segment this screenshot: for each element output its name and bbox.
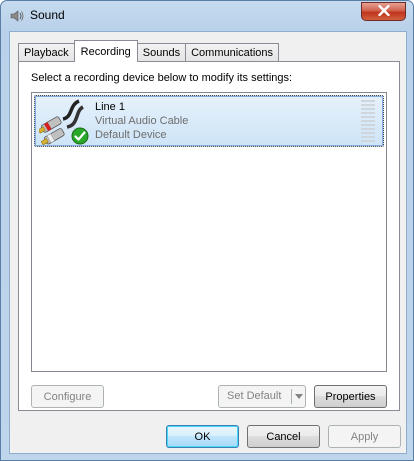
- cancel-label: Cancel: [266, 430, 301, 443]
- device-name: Line 1: [95, 101, 125, 113]
- window-title: Sound: [30, 8, 65, 22]
- split-divider: [291, 389, 292, 404]
- apply-button[interactable]: Apply: [328, 425, 401, 448]
- ok-label: OK: [194, 430, 211, 443]
- apply-label: Apply: [350, 430, 379, 443]
- list-item[interactable]: Line 1 Virtual Audio Cable Default Devic…: [34, 95, 384, 147]
- green-check-icon: [71, 127, 89, 145]
- set-default-label: Set Default: [227, 390, 282, 402]
- close-button[interactable]: [361, 2, 406, 21]
- tab-recording[interactable]: Recording: [73, 40, 138, 62]
- dialog-body: Playback Recording Sounds Communications…: [9, 31, 407, 454]
- tab-playback[interactable]: Playback: [18, 43, 75, 62]
- close-icon: [377, 4, 390, 19]
- speaker-icon: [9, 8, 25, 24]
- configure-label: Configure: [43, 390, 92, 403]
- device-status: Default Device: [95, 129, 167, 141]
- device-list[interactable]: Line 1 Virtual Audio Cable Default Devic…: [31, 92, 387, 372]
- instruction-text: Select a recording device below to modif…: [31, 72, 293, 84]
- properties-button[interactable]: Properties: [314, 385, 387, 408]
- sound-dialog: Sound Playback Recording Sounds Communic…: [0, 0, 414, 461]
- properties-label: Properties: [325, 390, 376, 403]
- recording-panel: Select a recording device below to modif…: [18, 61, 400, 411]
- tab-strip: Playback Recording Sounds Communications: [18, 40, 280, 62]
- cancel-button[interactable]: Cancel: [247, 425, 320, 448]
- title-bar[interactable]: Sound: [1, 1, 413, 31]
- tab-sounds[interactable]: Sounds: [136, 43, 187, 62]
- configure-button[interactable]: Configure: [31, 385, 104, 408]
- device-description: Virtual Audio Cable: [95, 115, 189, 127]
- set-default-button[interactable]: Set Default: [218, 385, 306, 408]
- ok-button[interactable]: OK: [166, 425, 239, 448]
- level-meter: [361, 100, 375, 144]
- tab-communications[interactable]: Communications: [185, 43, 280, 62]
- chevron-down-icon[interactable]: [295, 394, 303, 399]
